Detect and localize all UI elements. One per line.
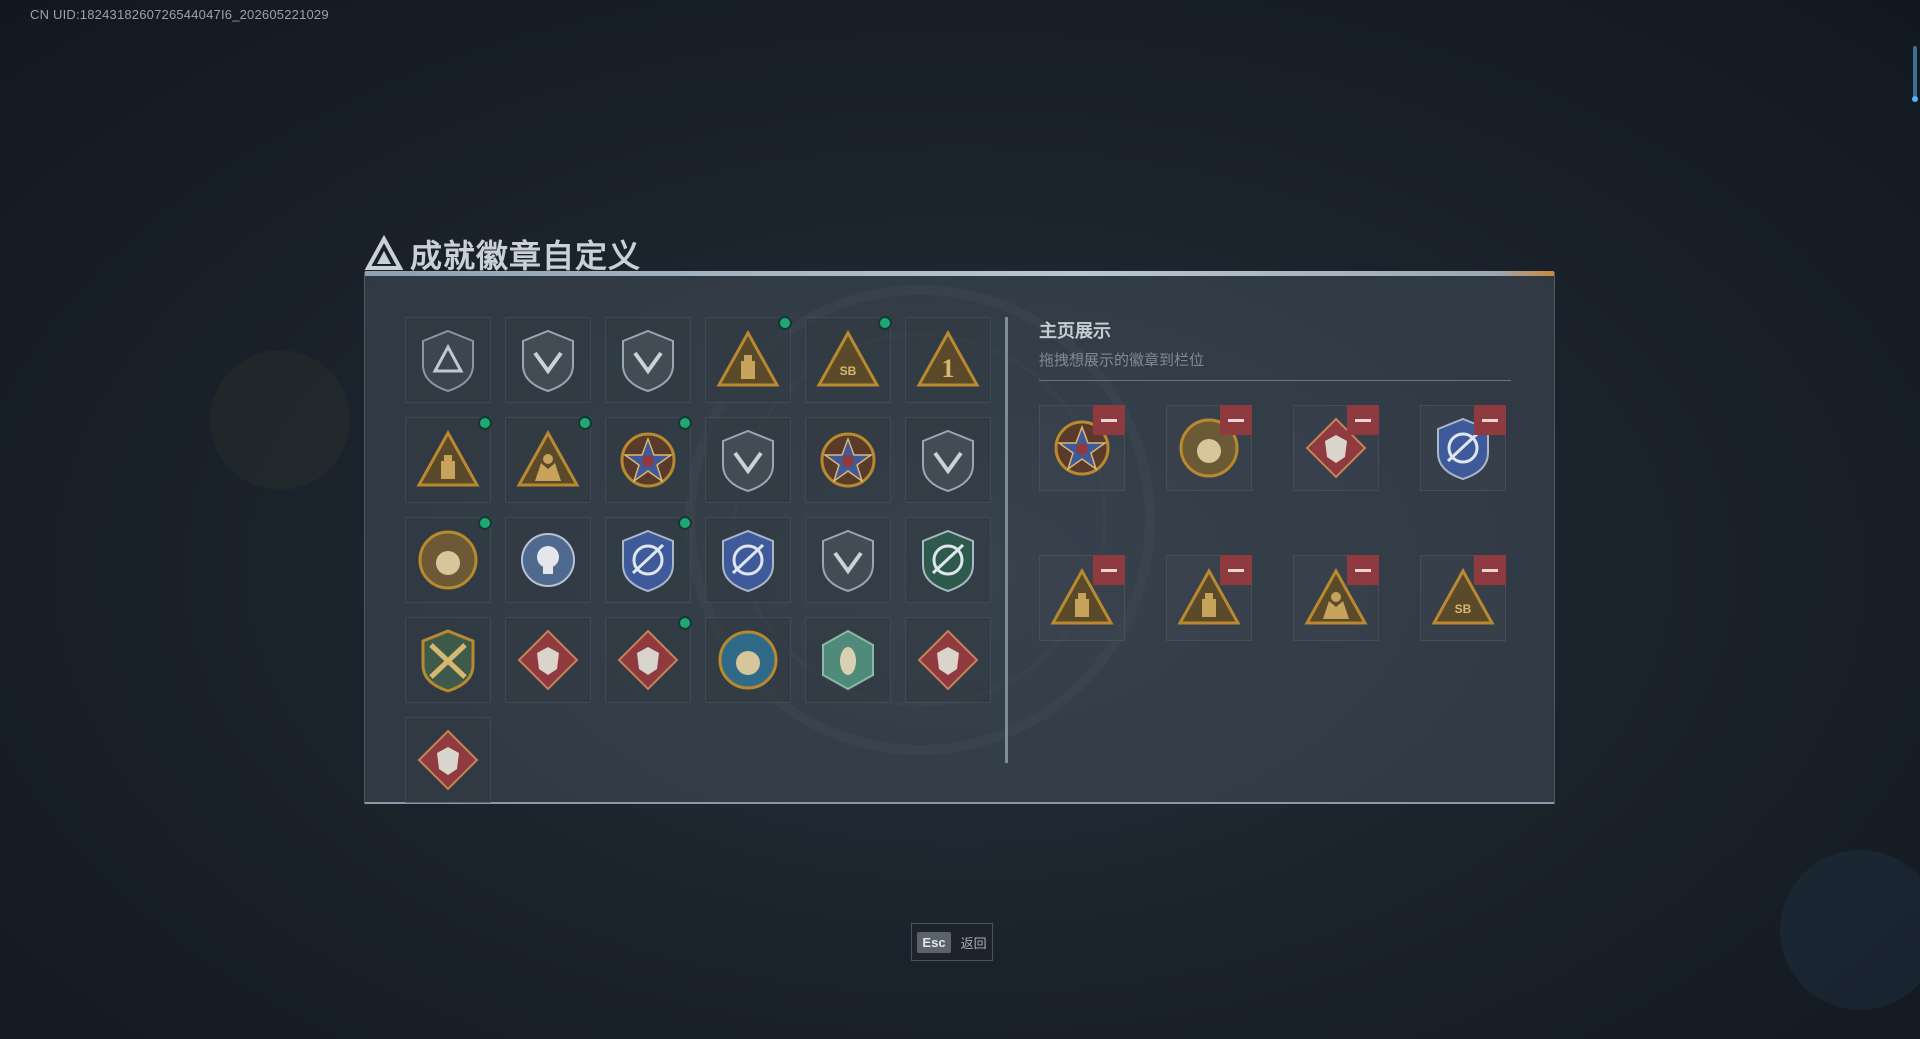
new-badge-dot <box>478 416 492 430</box>
badge-slot[interactable] <box>405 317 491 403</box>
badge-slot[interactable]: 1 <box>905 317 991 403</box>
remove-badge-button[interactable] <box>1474 555 1506 585</box>
new-badge-dot <box>578 416 592 430</box>
badge-slot[interactable] <box>805 617 891 703</box>
skull-crest-badge-icon <box>521 533 575 587</box>
new-badge-dot <box>478 516 492 530</box>
showcase-slot[interactable] <box>1166 405 1252 491</box>
helicopter-badge-icon <box>522 329 574 393</box>
new-badge-dot <box>678 516 692 530</box>
new-badge-dot <box>878 316 892 330</box>
badge-customize-panel: SB 1 主页展示 拖拽想展示的徽章到栏位 SB <box>364 271 1555 804</box>
badge-slot[interactable] <box>505 416 592 503</box>
wolf-diamond-badge-icon <box>517 629 579 691</box>
badge-slot[interactable] <box>705 316 792 403</box>
badge-slot[interactable] <box>705 517 791 603</box>
showcase-grid: SB <box>1039 405 1506 641</box>
new-badge-dot <box>678 416 692 430</box>
remove-badge-button[interactable] <box>1093 555 1125 585</box>
badge-slot[interactable] <box>405 416 492 503</box>
showcase-slot[interactable] <box>1293 555 1379 641</box>
showcase-slot[interactable] <box>1420 405 1506 491</box>
svg-text:1: 1 <box>942 354 955 383</box>
showcase-slot[interactable] <box>1293 405 1379 491</box>
number-one-triangle-badge-icon: 1 <box>916 329 980 387</box>
remove-badge-button[interactable] <box>1220 555 1252 585</box>
new-badge-dot <box>678 616 692 630</box>
badge-grid: SB 1 <box>405 316 1005 803</box>
blue-crosshair-badge-icon <box>622 529 674 593</box>
panel-top-border <box>365 271 1554 276</box>
eagle-round-badge-icon <box>718 630 778 690</box>
triangle-logo-icon <box>364 234 404 270</box>
remove-badge-button[interactable] <box>1220 405 1252 435</box>
star-medal-badge-icon <box>620 432 676 488</box>
badge-slot[interactable] <box>505 517 591 603</box>
lion-shield-badge-icon <box>922 429 974 493</box>
badge-slot[interactable]: SB <box>805 316 892 403</box>
wolf-diamond-badge-icon <box>617 629 679 691</box>
badge-slot[interactable] <box>505 617 591 703</box>
crossed-weapons-badge-icon <box>421 629 475 693</box>
round-ring-badge-icon <box>418 530 478 590</box>
showcase-slot[interactable] <box>1039 555 1125 641</box>
showcase-divider <box>1039 380 1511 381</box>
showcase-slot[interactable]: SB <box>1420 555 1506 641</box>
remove-badge-button[interactable] <box>1093 405 1125 435</box>
showcase-section: 主页展示 拖拽想展示的徽章到栏位 SB <box>1039 317 1511 641</box>
badge-slot[interactable] <box>405 717 491 803</box>
missile-shield-badge-icon <box>822 529 874 593</box>
star-crest-badge-icon <box>820 432 876 488</box>
badge-slot[interactable] <box>705 417 791 503</box>
showcase-title: 主页展示 <box>1039 321 1111 341</box>
esc-back-button[interactable]: Esc 返回 <box>911 923 993 961</box>
wasp-hex-badge-icon <box>822 629 874 691</box>
badge-slot[interactable] <box>605 416 692 503</box>
remove-badge-button[interactable] <box>1474 405 1506 435</box>
runner-diamond-badge-icon <box>417 729 479 791</box>
jet-shield-badge-icon <box>622 329 674 393</box>
showcase-slot[interactable] <box>1166 555 1252 641</box>
showcase-subtitle: 拖拽想展示的徽章到栏位 <box>1039 352 1205 369</box>
sb-triangle-badge-icon: SB <box>816 329 880 387</box>
remove-badge-button[interactable] <box>1347 555 1379 585</box>
scroll-indicator[interactable] <box>1912 46 1918 102</box>
gold-triangle-badge-icon <box>716 329 780 387</box>
blue-target-shield-badge-icon <box>722 529 774 593</box>
chevron-shield-badge-icon <box>722 429 774 493</box>
badge-slot[interactable] <box>905 517 991 603</box>
gold-triangle-badge-icon <box>416 429 480 487</box>
dragon-diamond-badge-icon <box>917 629 979 691</box>
badge-slot[interactable] <box>905 417 991 503</box>
badge-slot[interactable] <box>905 617 991 703</box>
badge-slot[interactable] <box>705 617 791 703</box>
badge-slot[interactable] <box>605 616 692 703</box>
badge-slot[interactable] <box>805 417 891 503</box>
soldier-triangle-badge-icon <box>516 429 580 487</box>
badge-slot[interactable] <box>605 317 691 403</box>
shield-triangle-badge-icon <box>422 329 474 393</box>
showcase-slot[interactable] <box>1039 405 1125 491</box>
new-badge-dot <box>778 316 792 330</box>
uid-watermark: CN UID:1824318260726544047I6_20260522102… <box>30 7 329 22</box>
remove-badge-button[interactable] <box>1347 405 1379 435</box>
esc-key-label: Esc <box>917 931 951 953</box>
badge-slot[interactable] <box>505 317 591 403</box>
badge-slot[interactable] <box>605 516 692 603</box>
badge-slot[interactable] <box>405 516 492 603</box>
green-target-shield-badge-icon <box>922 529 974 593</box>
badge-slot[interactable] <box>805 517 891 603</box>
badge-slot[interactable] <box>405 617 491 703</box>
panel-divider <box>1005 317 1008 763</box>
svg-text:SB: SB <box>1455 602 1472 616</box>
svg-text:SB: SB <box>840 364 857 378</box>
back-label: 返回 <box>960 935 987 951</box>
